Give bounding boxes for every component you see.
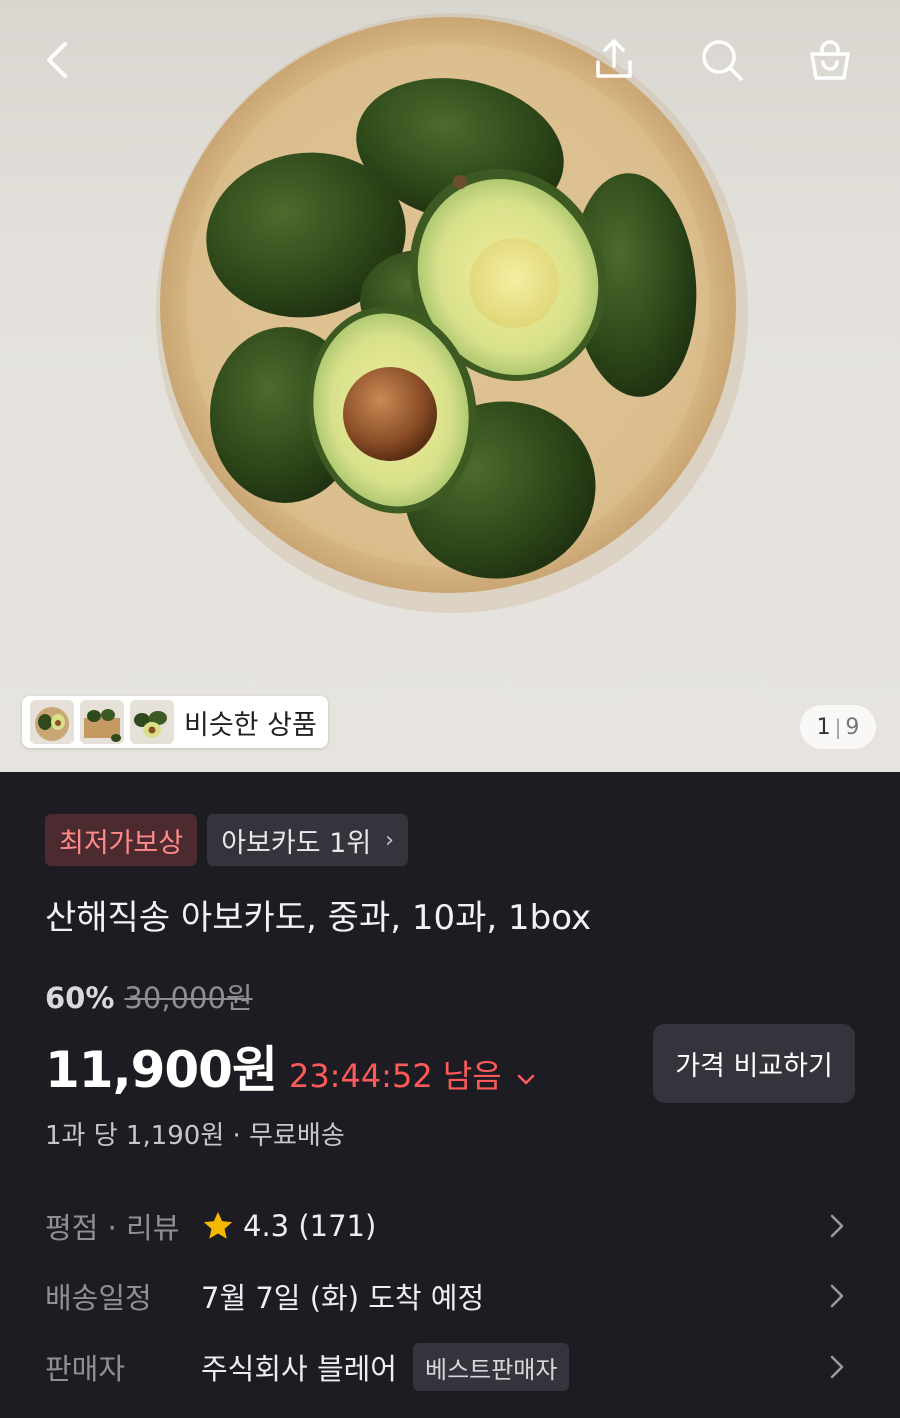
chevron-right-icon [830, 1214, 844, 1238]
cart-icon [810, 40, 850, 80]
unit-price-shipping: 1과 당 1,190원 · 무료배송 [45, 1121, 345, 1151]
deal-timer[interactable]: 23:44:52 남음 [289, 1051, 502, 1097]
search-button[interactable] [692, 30, 752, 90]
product-image-gallery[interactable]: 비슷한 상품 1 | 9 [0, 0, 900, 772]
sale-price: 11,900원 [45, 1041, 278, 1099]
similar-product-thumbnail [80, 700, 124, 744]
share-icon [596, 39, 632, 78]
best-seller-badge: 베스트판매자 [412, 1343, 570, 1391]
top-navigation-bar [0, 0, 900, 120]
category-rank-label: 아보카도 1위 [221, 827, 372, 859]
page-total: 9 [845, 714, 860, 740]
chevron-right-icon: › [385, 827, 394, 853]
seller-label: 판매자 [45, 1352, 126, 1386]
rating-value: 4.3 (171) [243, 1209, 377, 1243]
lowest-price-badge[interactable]: 최저가보상 [45, 814, 198, 866]
discount-percent: 60% [45, 981, 115, 1015]
lowest-price-label: 최저가보상 [59, 827, 184, 859]
similar-products-label: 비슷한 상품 [184, 709, 317, 741]
similar-product-thumbnail [30, 700, 74, 744]
original-price: 30,000원 [124, 981, 253, 1015]
back-button[interactable] [28, 30, 88, 90]
rating-label: 평점 · 리뷰 [45, 1211, 180, 1245]
cart-button[interactable] [800, 30, 860, 90]
delivery-schedule-row[interactable]: 배송일정 7월 7일 (화) 도착 예정 [45, 1266, 855, 1326]
seller-value-wrap: 주식회사 블레어 베스트판매자 [201, 1343, 570, 1391]
page-separator: | [834, 715, 842, 739]
price-row: 11,900원 23:44:52 남음 [45, 1030, 536, 1102]
delivery-label: 배송일정 [45, 1281, 152, 1315]
delivery-value: 7월 7일 (화) 도착 예정 [201, 1281, 485, 1315]
chevron-right-icon [830, 1284, 844, 1308]
product-title: 산해직송 아보카도, 중과, 10과, 1box [45, 898, 592, 938]
product-badges: 최저가보상 아보카도 1위 › [45, 814, 408, 866]
image-page-indicator: 1 | 9 [800, 705, 876, 749]
search-icon [702, 40, 743, 81]
similar-product-thumbnail [130, 700, 174, 744]
star-icon [203, 1211, 233, 1239]
category-rank-badge[interactable]: 아보카도 1위 › [207, 814, 408, 866]
price-compare-button[interactable]: 가격 비교하기 [653, 1024, 855, 1103]
seller-name: 주식회사 블레어 [201, 1352, 397, 1386]
rating-review-row[interactable]: 평점 · 리뷰 4.3 (171) [45, 1196, 855, 1256]
share-button[interactable] [584, 30, 644, 90]
page-current: 1 [816, 714, 831, 740]
seller-row[interactable]: 판매자 주식회사 블레어 베스트판매자 [45, 1337, 855, 1397]
rating-value-wrap: 4.3 (171) [201, 1209, 376, 1243]
similar-products-button[interactable]: 비슷한 상품 [22, 696, 328, 748]
chevron-down-icon[interactable] [516, 1068, 536, 1093]
discount-info: 60% 30,000원 [45, 975, 253, 1017]
back-chevron-icon [47, 42, 67, 78]
chevron-right-icon [830, 1355, 844, 1379]
